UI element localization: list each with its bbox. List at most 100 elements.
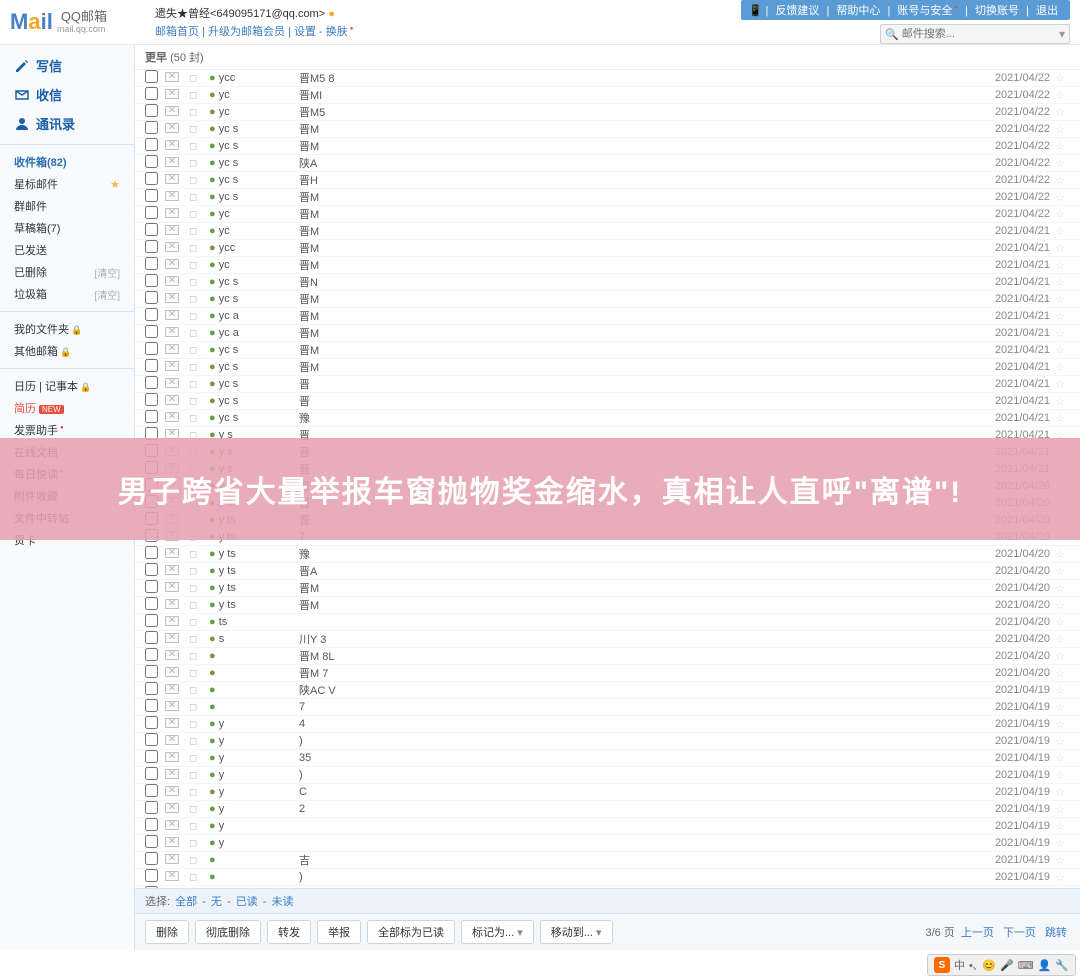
- select-unread[interactable]: 未读: [271, 896, 293, 908]
- email-checkbox[interactable]: [145, 104, 165, 120]
- email-row[interactable]: ◻● y 352021/04/19☆: [135, 750, 1080, 767]
- star-icon[interactable]: ☆: [1050, 650, 1070, 663]
- ime-punct-icon[interactable]: •､: [969, 957, 978, 973]
- flag-icon[interactable]: ◻: [189, 90, 209, 101]
- star-icon[interactable]: ☆: [1050, 242, 1070, 255]
- folder-starred[interactable]: 星标邮件 ★: [10, 173, 124, 195]
- flag-icon[interactable]: ◻: [189, 668, 209, 679]
- email-row[interactable]: ◻● 吉2021/04/19☆: [135, 852, 1080, 869]
- email-row[interactable]: ◻● 陕AC V2021/04/19☆: [135, 682, 1080, 699]
- flag-icon[interactable]: ◻: [189, 719, 209, 730]
- flag-icon[interactable]: ◻: [189, 413, 209, 424]
- receive-button[interactable]: 收信: [0, 80, 134, 109]
- email-checkbox[interactable]: [145, 716, 165, 732]
- star-icon[interactable]: ☆: [1050, 191, 1070, 204]
- email-row[interactable]: ◻● ts2021/04/20☆: [135, 614, 1080, 631]
- email-row[interactable]: ◻● yc a晋M2021/04/21☆: [135, 325, 1080, 342]
- star-icon[interactable]: ☆: [1050, 344, 1070, 357]
- star-icon[interactable]: ☆: [1050, 378, 1070, 391]
- email-row[interactable]: ◻● yc s晋M2021/04/22☆: [135, 189, 1080, 206]
- star-icon[interactable]: ☆: [1050, 208, 1070, 221]
- phone-icon[interactable]: 📱: [749, 5, 763, 17]
- star-icon[interactable]: ☆: [1050, 140, 1070, 153]
- ime-lang[interactable]: 中: [954, 957, 965, 973]
- flag-icon[interactable]: ◻: [189, 226, 209, 237]
- star-icon[interactable]: ☆: [1050, 837, 1070, 850]
- flag-icon[interactable]: ◻: [189, 124, 209, 135]
- flag-icon[interactable]: ◻: [189, 634, 209, 645]
- email-checkbox[interactable]: [145, 291, 165, 307]
- email-checkbox[interactable]: [145, 546, 165, 562]
- email-row[interactable]: ◻● yc s晋2021/04/21☆: [135, 376, 1080, 393]
- ime-bar[interactable]: S 中 •､ 😊 🎤 ⌨ 👤 🔧: [927, 954, 1076, 976]
- star-icon[interactable]: ☆: [1050, 786, 1070, 799]
- star-icon[interactable]: ☆: [1050, 854, 1070, 867]
- star-icon[interactable]: ☆: [1050, 701, 1070, 714]
- email-row[interactable]: ◻● 晋M 8L2021/04/20☆: [135, 648, 1080, 665]
- email-row[interactable]: ◻● yc s晋M2021/04/22☆: [135, 138, 1080, 155]
- link-switch[interactable]: 切换账号: [975, 5, 1019, 17]
- contacts-button[interactable]: 通讯录: [0, 109, 134, 138]
- star-icon[interactable]: ☆: [1050, 310, 1070, 323]
- ime-emoji-icon[interactable]: 😊: [982, 959, 996, 972]
- search-dropdown-icon[interactable]: ▾: [1059, 27, 1065, 41]
- email-checkbox[interactable]: [145, 172, 165, 188]
- ime-mic-icon[interactable]: 🎤: [1000, 959, 1014, 972]
- flag-icon[interactable]: ◻: [189, 73, 209, 84]
- star-icon[interactable]: ☆: [1050, 259, 1070, 272]
- star-icon[interactable]: ☆: [1050, 327, 1070, 340]
- flag-icon[interactable]: ◻: [189, 175, 209, 186]
- email-checkbox[interactable]: [145, 614, 165, 630]
- page-jump[interactable]: 跳转: [1045, 927, 1067, 939]
- extra-resume[interactable]: 简历NEW: [10, 397, 124, 419]
- email-row[interactable]: ◻● yc晋M52021/04/22☆: [135, 104, 1080, 121]
- email-checkbox[interactable]: [145, 70, 165, 86]
- email-checkbox[interactable]: [145, 767, 165, 783]
- link-help[interactable]: 帮助中心: [836, 5, 880, 17]
- flag-icon[interactable]: ◻: [189, 243, 209, 254]
- email-checkbox[interactable]: [145, 87, 165, 103]
- star-icon[interactable]: ☆: [1050, 769, 1070, 782]
- flag-icon[interactable]: ◻: [189, 855, 209, 866]
- star-icon[interactable]: ☆: [1050, 548, 1070, 561]
- flag-icon[interactable]: ◻: [189, 141, 209, 152]
- star-icon[interactable]: ☆: [1050, 684, 1070, 697]
- select-all[interactable]: 全部: [175, 896, 197, 908]
- email-checkbox[interactable]: [145, 206, 165, 222]
- flag-icon[interactable]: ◻: [189, 838, 209, 849]
- move-to-button[interactable]: 移动到...: [540, 920, 613, 944]
- star-icon[interactable]: ☆: [1050, 123, 1070, 136]
- link-settings[interactable]: 设置: [294, 26, 316, 38]
- email-checkbox[interactable]: [145, 852, 165, 868]
- compose-button[interactable]: 写信: [0, 51, 134, 80]
- email-checkbox[interactable]: [145, 121, 165, 137]
- email-row[interactable]: ◻● yc a晋M2021/04/21☆: [135, 308, 1080, 325]
- folder-inbox[interactable]: 收件箱(82): [10, 151, 124, 173]
- flag-icon[interactable]: ◻: [189, 753, 209, 764]
- email-row[interactable]: ◻● yc s晋M2021/04/21☆: [135, 359, 1080, 376]
- email-row[interactable]: ◻● y )2021/04/19☆: [135, 767, 1080, 784]
- email-row[interactable]: ◻● y C2021/04/19☆: [135, 784, 1080, 801]
- flag-icon[interactable]: ◻: [189, 702, 209, 713]
- email-checkbox[interactable]: [145, 155, 165, 171]
- star-icon[interactable]: ☆: [1050, 89, 1070, 102]
- page-next[interactable]: 下一页: [1003, 927, 1036, 939]
- email-checkbox[interactable]: [145, 223, 165, 239]
- flag-icon[interactable]: ◻: [189, 158, 209, 169]
- email-row[interactable]: ◻● y ts豫2021/04/20☆: [135, 546, 1080, 563]
- email-row[interactable]: ◻● y ts晋A2021/04/20☆: [135, 563, 1080, 580]
- logo[interactable]: Mail QQ邮箱 mail.qq.com: [10, 9, 155, 35]
- email-row[interactable]: ◻● y ts晋M2021/04/20☆: [135, 597, 1080, 614]
- email-row[interactable]: ◻● yc s晋H2021/04/22☆: [135, 172, 1080, 189]
- star-icon[interactable]: ☆: [1050, 803, 1070, 816]
- link-home[interactable]: 邮箱首页: [155, 26, 199, 38]
- email-row[interactable]: ◻● y 22021/04/19☆: [135, 801, 1080, 818]
- email-checkbox[interactable]: [145, 818, 165, 834]
- star-icon[interactable]: ☆: [1050, 106, 1070, 119]
- folder-sent[interactable]: 已发送: [10, 239, 124, 261]
- flag-icon[interactable]: ◻: [189, 566, 209, 577]
- mark-as-button[interactable]: 标记为...: [461, 920, 534, 944]
- star-icon[interactable]: ☆: [1050, 752, 1070, 765]
- email-checkbox[interactable]: [145, 869, 165, 885]
- email-row[interactable]: ◻● yc s豫2021/04/21☆: [135, 410, 1080, 427]
